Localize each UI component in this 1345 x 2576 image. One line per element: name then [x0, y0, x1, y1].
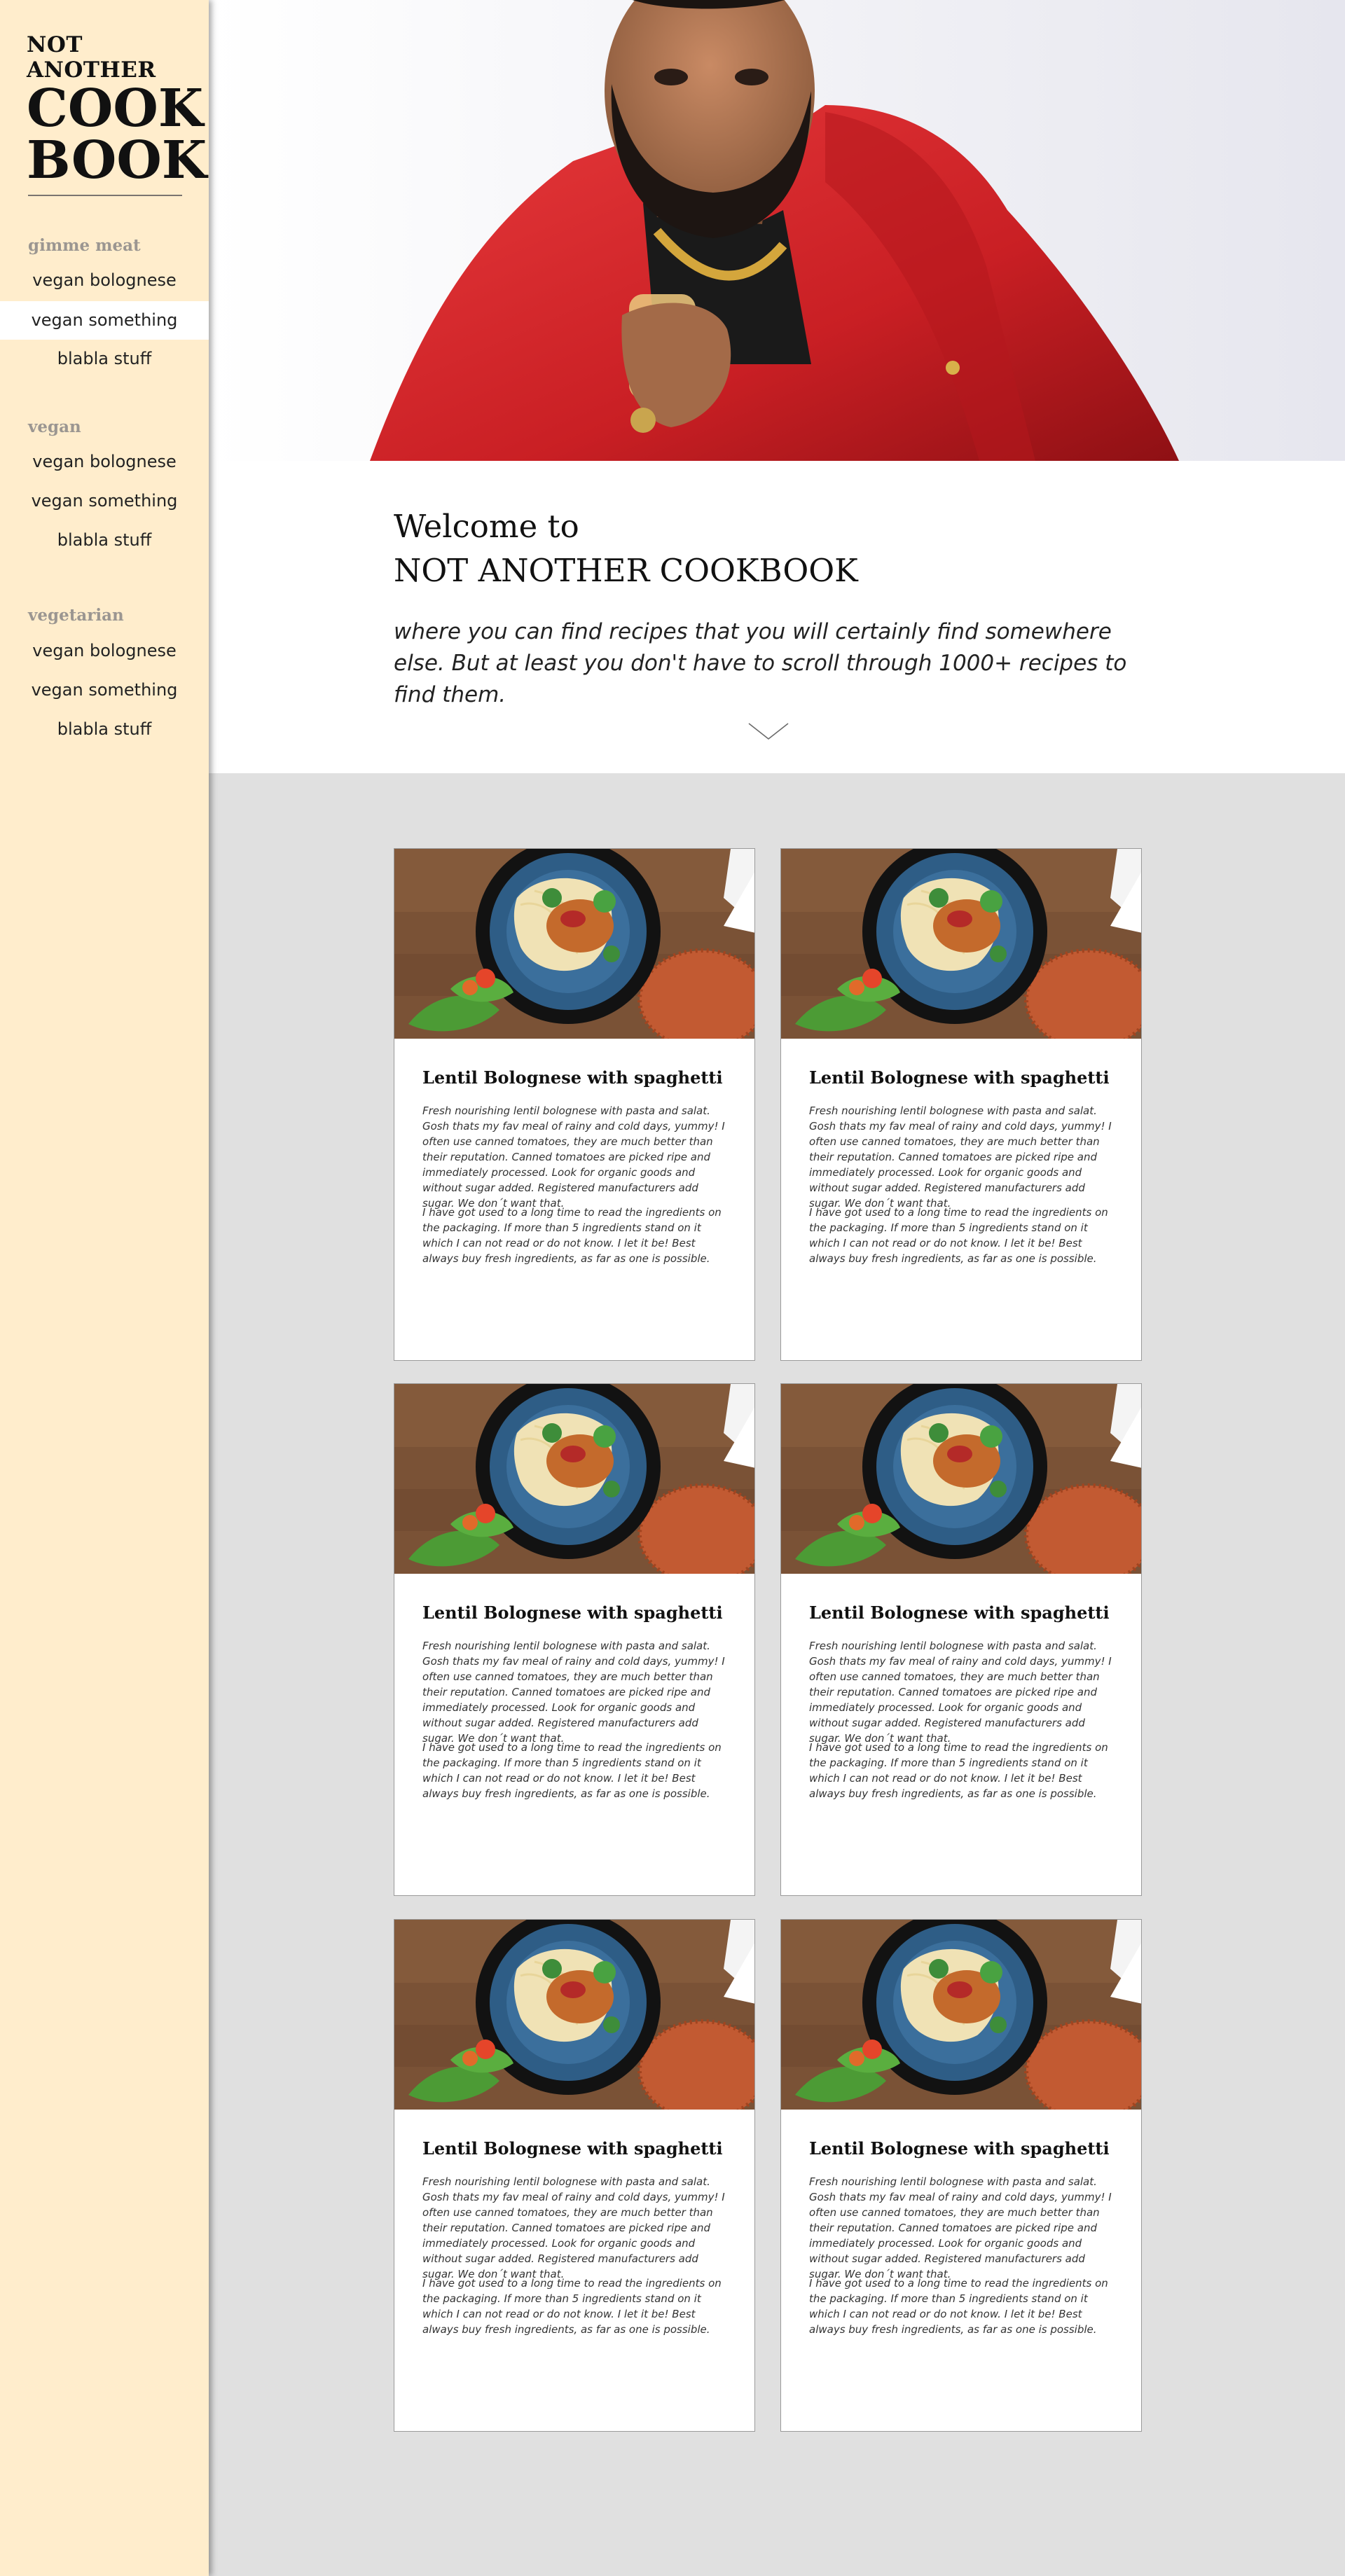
logo-line-1: NOT ANOTHER	[27, 32, 156, 83]
recipe-description: Fresh nourishing lentil bolognese with p…	[422, 2175, 725, 2280]
recipe-card[interactable]: Lentil Bolognese with spaghetti Fresh no…	[780, 1919, 1142, 2432]
site-logo[interactable]: NOT ANOTHER COOK BOOK	[27, 32, 209, 186]
recipe-photo	[394, 1384, 754, 1574]
recipe-note: I have got used to a long time to read t…	[422, 1741, 722, 1800]
welcome-subtitle: where you can find recipes that you will…	[394, 619, 1127, 707]
recipe-description: Fresh nourishing lentil bolognese with p…	[809, 2175, 1112, 2280]
welcome-line-2: NOT ANOTHER COOKBOOK	[394, 552, 858, 589]
nav-item-blabla-stuff[interactable]: blabla stuff	[0, 710, 209, 749]
nav-item-vegan-bolognese[interactable]: vegan bolognese	[0, 632, 209, 670]
logo-line-3: BOOK	[27, 130, 207, 191]
recipe-note: I have got used to a long time to read t…	[809, 2277, 1108, 2336]
nav-heading-gimme-meat: gimme meat	[28, 236, 141, 255]
recipe-card[interactable]: Lentil Bolognese with spaghetti Fresh no…	[780, 848, 1142, 1361]
recipe-card[interactable]: Lentil Bolognese with spaghetti Fresh no…	[394, 1919, 755, 2432]
recipe-note: I have got used to a long time to read t…	[809, 1206, 1108, 1265]
welcome-section: Welcome to NOT ANOTHER COOKBOOK where yo…	[209, 461, 1345, 773]
recipe-description: Fresh nourishing lentil bolognese with p…	[422, 1640, 725, 1745]
nav-item-blabla-stuff[interactable]: blabla stuff	[0, 521, 209, 560]
nav-item-vegan-bolognese[interactable]: vegan bolognese	[0, 443, 209, 481]
recipe-title[interactable]: Lentil Bolognese with spaghetti	[809, 1067, 1110, 1088]
nav-item-vegan-something[interactable]: vegan something	[0, 671, 209, 709]
hero-photo	[209, 0, 1345, 461]
chevron-down-icon[interactable]	[748, 722, 789, 740]
nav-item-blabla-stuff[interactable]: blabla stuff	[0, 340, 209, 378]
recipe-photo	[781, 1384, 1141, 1574]
recipe-title[interactable]: Lentil Bolognese with spaghetti	[422, 1602, 723, 1623]
recipe-title[interactable]: Lentil Bolognese with spaghetti	[422, 2138, 723, 2159]
logo-divider	[28, 195, 182, 196]
recipe-card[interactable]: Lentil Bolognese with spaghetti Fresh no…	[394, 1383, 755, 1896]
welcome-line-1: Welcome to	[394, 508, 579, 545]
hero-banner	[209, 0, 1345, 461]
recipe-photo	[781, 1920, 1141, 2110]
recipe-title[interactable]: Lentil Bolognese with spaghetti	[809, 2138, 1110, 2159]
nav-item-vegan-something[interactable]: vegan something	[0, 301, 209, 340]
recipe-photo	[394, 1920, 754, 2110]
nav-item-vegan-something[interactable]: vegan something	[0, 482, 209, 520]
recipe-title[interactable]: Lentil Bolognese with spaghetti	[809, 1602, 1110, 1623]
recipe-card[interactable]: Lentil Bolognese with spaghetti Fresh no…	[394, 848, 755, 1361]
recipe-note: I have got used to a long time to read t…	[422, 2277, 722, 2336]
recipe-description: Fresh nourishing lentil bolognese with p…	[422, 1105, 725, 1210]
recipe-card[interactable]: Lentil Bolognese with spaghetti Fresh no…	[780, 1383, 1142, 1896]
nav-item-vegan-bolognese[interactable]: vegan bolognese	[0, 261, 209, 300]
logo-line-2: COOK	[27, 78, 204, 139]
nav-heading-vegan: vegan	[28, 417, 81, 436]
recipe-note: I have got used to a long time to read t…	[422, 1206, 722, 1265]
recipe-note: I have got used to a long time to read t…	[809, 1741, 1108, 1800]
recipe-photo	[394, 849, 754, 1039]
sidebar: NOT ANOTHER COOK BOOK gimme meat vegan b…	[0, 0, 209, 2576]
nav-heading-vegetarian: vegetarian	[28, 606, 124, 625]
recipe-photo	[781, 849, 1141, 1039]
welcome-title: Welcome to NOT ANOTHER COOKBOOK	[394, 504, 858, 593]
recipe-description: Fresh nourishing lentil bolognese with p…	[809, 1105, 1112, 1210]
recipe-description: Fresh nourishing lentil bolognese with p…	[809, 1640, 1112, 1745]
recipe-title[interactable]: Lentil Bolognese with spaghetti	[422, 1067, 723, 1088]
